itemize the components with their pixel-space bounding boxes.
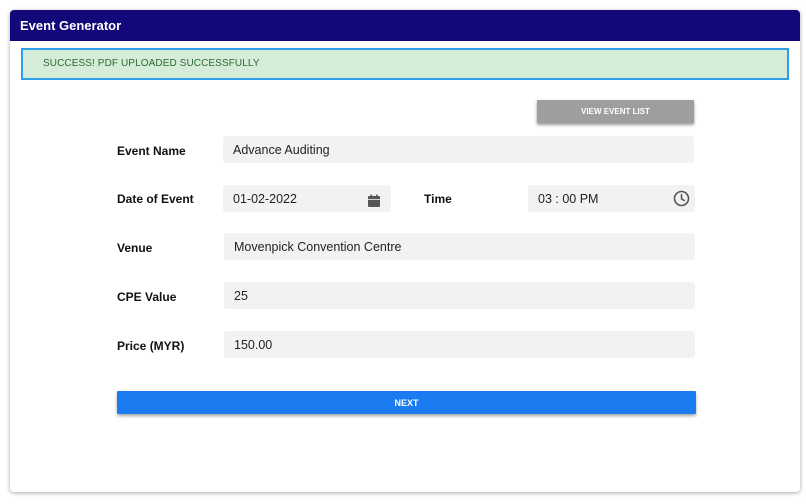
- date-of-event-input[interactable]: [233, 185, 363, 212]
- price-label: Price (MYR): [117, 339, 185, 353]
- price-field[interactable]: [224, 331, 695, 358]
- event-name-label: Event Name: [117, 144, 186, 158]
- price-input[interactable]: [234, 331, 695, 358]
- time-input[interactable]: [538, 185, 668, 212]
- event-name-field[interactable]: [223, 136, 694, 163]
- date-of-event-field[interactable]: [223, 185, 391, 212]
- venue-field[interactable]: [224, 233, 695, 260]
- venue-input[interactable]: [234, 233, 695, 260]
- cpe-value-field[interactable]: [224, 282, 695, 309]
- success-alert: SUCCESS! PDF UPLOADED SUCCESSFULLY: [21, 48, 789, 80]
- venue-label: Venue: [117, 241, 153, 255]
- time-label: Time: [424, 192, 452, 206]
- clock-icon[interactable]: [673, 190, 690, 207]
- view-event-list-button[interactable]: VIEW EVENT LIST: [537, 100, 694, 123]
- app-title: Event Generator: [10, 10, 800, 41]
- time-field[interactable]: [528, 185, 695, 212]
- event-generator-card: Event Generator SUCCESS! PDF UPLOADED SU…: [10, 10, 800, 492]
- date-of-event-label: Date of Event: [117, 192, 194, 206]
- next-button[interactable]: NEXT: [117, 391, 696, 414]
- cpe-value-input[interactable]: [234, 282, 695, 309]
- calendar-icon[interactable]: [367, 191, 383, 207]
- event-name-input[interactable]: [233, 136, 694, 163]
- cpe-value-label: CPE Value: [117, 290, 177, 304]
